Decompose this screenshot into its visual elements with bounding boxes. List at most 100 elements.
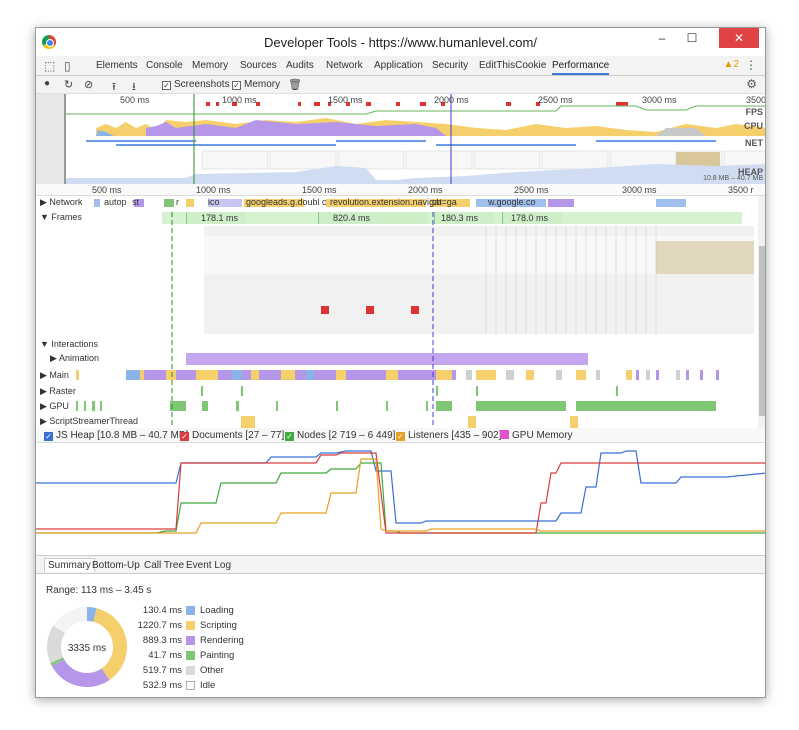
script-streamer-track-toggle[interactable]: ▶ ScriptStreamerThread (40, 416, 138, 427)
network-request[interactable]: w.google.co (488, 197, 536, 207)
tab-call-tree[interactable]: Call Tree (144, 560, 184, 571)
performance-toolbar: ● ↻ ⊘ ⭱ ⭳ ✓ Screenshots ✓ Memory 🗑 ⚙ (36, 76, 765, 94)
frame-block[interactable]: 178.0 ms (502, 212, 562, 224)
trash-icon[interactable]: 🗑 (288, 78, 302, 91)
panel-tabs: ⬚ ▯ Elements Console Memory Sources Audi… (36, 56, 765, 76)
ruler-tick: 2000 ms (408, 185, 443, 195)
reload-icon[interactable]: ↻ (64, 78, 73, 91)
legend-nodes[interactable]: ✓ Nodes [2 719 – 6 449] (285, 430, 395, 441)
overview-tick: 3500 (746, 95, 766, 105)
tab-elements[interactable]: Elements (96, 60, 138, 71)
legend-listeners[interactable]: ✓ Listeners [435 – 902] (396, 430, 501, 441)
tab-application[interactable]: Application (374, 60, 423, 71)
maximize-button[interactable]: ☐ (677, 28, 707, 48)
tab-editthiscookie[interactable]: EditThisCookie (479, 60, 546, 71)
tab-summary[interactable]: Summary (44, 558, 95, 572)
tab-security[interactable]: Security (432, 60, 468, 71)
tab-sources[interactable]: Sources (240, 60, 277, 71)
device-toolbar-icon[interactable]: ▯ (64, 59, 71, 73)
network-request[interactable]: c (322, 197, 327, 207)
ruler-tick: 2500 ms (514, 185, 549, 195)
details-tabs: Summary Bottom-Up Call Tree Event Log (36, 556, 765, 574)
memory-legend: ✓ JS Heap [10.8 MB – 40.7 MB] ✓ Documents … (36, 428, 765, 443)
checkbox-checked-icon: ✓ (396, 432, 405, 441)
frame-block[interactable]: 820.4 ms (318, 212, 428, 224)
more-options-icon[interactable]: ⋮ (745, 58, 757, 72)
legend-gpu-memory[interactable]: GPU Memory (500, 430, 573, 441)
tab-console[interactable]: Console (146, 60, 183, 71)
checkbox-unchecked-icon (500, 430, 509, 439)
checkbox-checked-icon: ✓ (285, 432, 294, 441)
gpu-track-toggle[interactable]: ▶ GPU (40, 401, 69, 412)
network-request[interactable]: googleads.g.doubl (246, 197, 320, 207)
summary-row-other: 519.7 ms Other (142, 665, 224, 676)
heap-range-label: 10.8 MB – 40.7 MB (703, 175, 763, 182)
network-request[interactable]: cb=ga (432, 197, 457, 207)
legend-js-heap[interactable]: ✓ JS Heap [10.8 MB – 40.7 MB] (44, 430, 188, 441)
screenshots-checkbox[interactable]: ✓ Screenshots (162, 79, 230, 90)
record-icon[interactable]: ● (44, 78, 50, 89)
close-button[interactable]: ✕ (719, 28, 759, 48)
scripting-swatch (186, 621, 195, 630)
warning-icon: ▲ (723, 59, 734, 70)
overview-tick: 2000 ms (434, 95, 469, 105)
frame-block[interactable]: 180.3 ms (434, 212, 494, 224)
net-lane-label: NET (745, 138, 763, 148)
tab-bottom-up[interactable]: Bottom-Up (92, 560, 140, 571)
painting-swatch (186, 651, 195, 660)
overview-graph (36, 94, 765, 184)
network-request[interactable]: ico (208, 197, 220, 207)
rendering-swatch (186, 636, 195, 645)
checkbox-checked-icon: ✓ (180, 432, 189, 441)
warning-badge[interactable]: ▲2 (724, 59, 739, 70)
ruler-tick: 3000 ms (622, 185, 657, 195)
fps-lane-label: FPS (745, 107, 763, 117)
overview-tick: 500 ms (120, 95, 150, 105)
summary-row-scripting: 1220.7 ms Scripting (137, 620, 237, 631)
interactions-track-toggle[interactable]: ▼ Interactions (40, 339, 98, 349)
animation-track-toggle[interactable]: ▶ Animation (50, 353, 99, 364)
summary-row-loading: 130.4 ms Loading (142, 605, 234, 616)
network-request[interactable]: revolution.extension.navigat (330, 197, 442, 207)
inspect-icon[interactable]: ⬚ (44, 59, 55, 73)
summary-row-idle: 532.9 ms Idle (142, 680, 216, 691)
memory-lines (36, 450, 765, 534)
overview-tick: 1000 ms (222, 95, 257, 105)
title-bar: Developer Tools - https://www.humanlevel… (36, 28, 765, 56)
frame-block[interactable]: 178.1 ms (186, 212, 246, 224)
devtools-window: Developer Tools - https://www.humanlevel… (35, 27, 766, 698)
frames-track-toggle[interactable]: ▼ Frames (40, 212, 82, 222)
network-request[interactable]: r (176, 197, 179, 207)
network-track-toggle[interactable]: ▶ Network (40, 197, 82, 208)
checkbox-checked-icon: ✓ (232, 81, 241, 90)
summary-range: Range: 113 ms – 3.45 s (46, 585, 152, 596)
tab-memory[interactable]: Memory (192, 60, 228, 71)
checkbox-checked-icon: ✓ (162, 81, 171, 90)
idle-swatch (186, 681, 195, 690)
timeline-overview[interactable]: 500 ms 1000 ms 1500 ms 2000 ms 2500 ms 3… (36, 94, 766, 184)
tab-audits[interactable]: Audits (286, 60, 314, 71)
summary-row-painting: 41.7 ms Painting (148, 650, 235, 661)
network-request[interactable]: st (132, 197, 139, 207)
time-ruler: 500 ms 1000 ms 1500 ms 2000 ms 2500 ms 3… (36, 184, 765, 196)
tracks-area[interactable]: ▶ Network autop st r ico googleads.g.dou… (36, 196, 765, 428)
minimize-button[interactable]: – (647, 28, 677, 48)
summary-row-rendering: 889.3 ms Rendering (142, 635, 244, 646)
tab-performance[interactable]: Performance (552, 60, 610, 75)
overview-tick: 1500 ms (328, 95, 363, 105)
gear-icon[interactable]: ⚙ (746, 77, 757, 91)
network-request[interactable]: autop (104, 197, 127, 207)
ruler-tick: 3500 r (728, 185, 754, 195)
clear-icon[interactable]: ⊘ (84, 78, 93, 91)
overview-tick: 2500 ms (538, 95, 573, 105)
overview-tick: 3000 ms (642, 95, 677, 105)
memory-checkbox[interactable]: ✓ Memory (232, 79, 280, 90)
memory-graph[interactable] (36, 443, 765, 556)
main-track-toggle[interactable]: ▶ Main (40, 370, 69, 381)
cpu-lane-label: CPU (743, 121, 763, 131)
legend-documents[interactable]: ✓ Documents [27 – 77] (180, 430, 284, 441)
raster-track-toggle[interactable]: ▶ Raster (40, 386, 76, 397)
tab-event-log[interactable]: Event Log (186, 560, 231, 571)
tab-network[interactable]: Network (326, 60, 363, 71)
ruler-tick: 500 ms (92, 185, 122, 195)
